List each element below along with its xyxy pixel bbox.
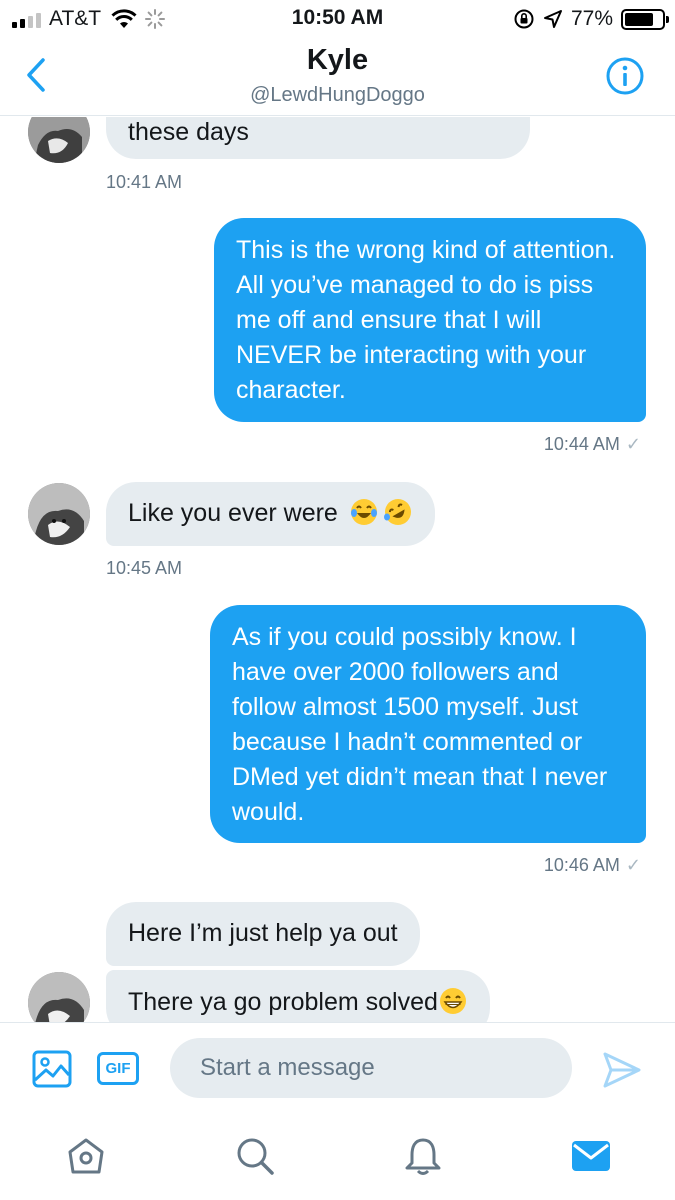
avatar[interactable] — [28, 483, 90, 545]
message-text: these days — [128, 118, 249, 146]
tab-messages[interactable] — [567, 1132, 615, 1180]
tab-home[interactable] — [62, 1132, 110, 1180]
outgoing-message[interactable]: As if you could possibly know. I have ov… — [210, 605, 646, 843]
sent-check-icon: ✓ — [625, 855, 641, 875]
tab-search[interactable] — [231, 1132, 279, 1180]
message-text: This is the wrong kind of attention. All… — [236, 236, 616, 404]
notifications-icon — [405, 1138, 441, 1175]
message-text: Here I’m just help ya out — [128, 919, 398, 947]
image-icon — [32, 1050, 72, 1088]
message-composer: GIF — [0, 1022, 675, 1116]
avatar[interactable] — [28, 972, 90, 1022]
rolling-on-floor-laughing-emoji — [383, 499, 411, 525]
tab-notifications[interactable] — [399, 1132, 447, 1180]
gif-label: GIF — [105, 1060, 131, 1077]
message-timestamp: 10:46 AM ✓ — [543, 855, 641, 875]
incoming-message[interactable]: Like you ever were — [106, 482, 435, 546]
avatar[interactable] — [28, 117, 90, 163]
gif-button[interactable]: GIF — [97, 1052, 139, 1085]
contact-handle: @LewdHungDoggo — [250, 84, 425, 106]
message-timestamp: 10:44 AM ✓ — [543, 434, 641, 454]
info-button[interactable] — [605, 56, 645, 96]
search-icon — [237, 1138, 274, 1175]
status-bar: AT&T 10:50 AM 77% — [0, 0, 675, 38]
info-icon — [606, 57, 644, 95]
location-arrow-icon — [543, 10, 562, 28]
incoming-message[interactable]: these days — [106, 117, 530, 159]
conversation-header: Kyle @LewdHungDoggo — [0, 38, 675, 116]
messages-icon — [572, 1141, 610, 1171]
home-icon — [68, 1138, 104, 1174]
message-text: As if you could possibly know. I have ov… — [232, 623, 608, 826]
sent-check-icon: ✓ — [625, 434, 641, 454]
orientation-lock-icon — [514, 9, 534, 29]
tab-bar — [0, 1116, 675, 1200]
message-text: There ya go problem solved — [128, 988, 438, 1016]
send-icon — [603, 1052, 641, 1088]
message-timestamp: 10:45 AM — [106, 558, 183, 578]
incoming-message[interactable]: Here I’m just help ya out — [106, 902, 420, 966]
incoming-message[interactable]: There ya go problem solved — [106, 970, 490, 1022]
outgoing-message[interactable]: This is the wrong kind of attention. All… — [214, 218, 646, 422]
contact-name[interactable]: Kyle — [0, 44, 675, 77]
message-timestamp: 10:41 AM — [106, 172, 183, 192]
grinning-face-emoji — [439, 988, 466, 1014]
send-button[interactable] — [602, 1051, 642, 1089]
add-photo-button[interactable] — [32, 1049, 72, 1089]
battery-percentage: 77% — [570, 7, 613, 30]
message-text: Like you ever were — [128, 499, 338, 527]
message-input[interactable] — [170, 1038, 572, 1098]
tears-of-joy-emoji — [350, 499, 377, 525]
message-thread[interactable]: these days 10:41 AM This is the wrong ki… — [0, 117, 675, 1022]
battery-icon — [621, 8, 669, 30]
